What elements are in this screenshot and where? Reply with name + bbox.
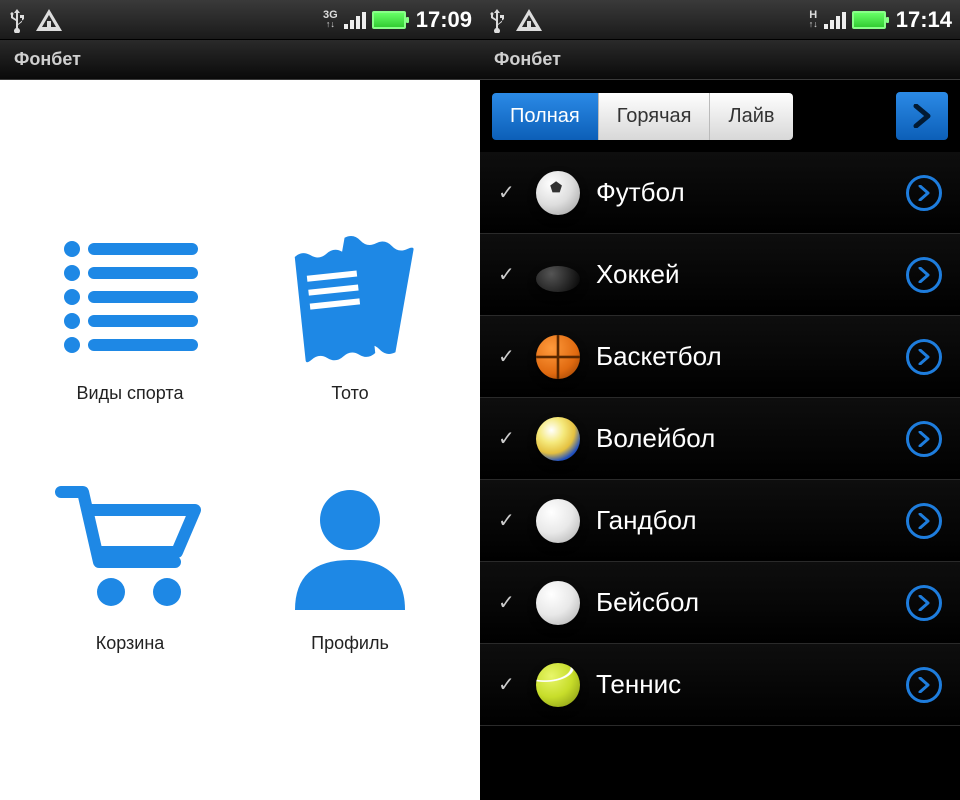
home-item-profile[interactable]: Профиль [240,470,460,660]
tickets-icon [280,227,420,367]
tab-full[interactable]: Полная [492,93,599,140]
check-icon: ✓ [498,180,520,205]
sport-label: Бейсбол [596,587,890,618]
disclosure-button[interactable] [906,257,942,293]
hockey-icon [536,266,580,292]
chevron-right-icon [918,595,930,611]
home-grid: Виды спорта [0,80,480,800]
disclosure-button[interactable] [906,585,942,621]
sport-label: Хоккей [596,259,890,290]
usb-icon [8,7,26,33]
chevron-right-icon [918,513,930,529]
sport-row-volleyball[interactable]: ✓ Волейбол [480,398,960,480]
chevron-right-icon [918,267,930,283]
sport-row-basketball[interactable]: ✓ Баскетбол [480,316,960,398]
check-icon: ✓ [498,590,520,615]
usb-icon [488,7,506,33]
disclosure-button[interactable] [906,503,942,539]
sport-row-hockey[interactable]: ✓ Хоккей [480,234,960,316]
screen-home: 3G ↑↓ 17:09 Фонбет [0,0,480,800]
data-arrows-icon: ↑↓ [809,21,818,28]
chevron-right-icon [918,349,930,365]
chevron-right-icon [913,104,931,128]
home-item-sports-types[interactable]: Виды спорта [20,220,240,410]
disclosure-button[interactable] [906,339,942,375]
app-titlebar: Фонбет [480,40,960,80]
sport-label: Теннис [596,669,890,700]
sport-label: Футбол [596,177,890,208]
football-icon [536,171,580,215]
check-icon: ✓ [498,508,520,533]
tab-hot[interactable]: Горячая [599,93,711,140]
chevron-right-icon [918,185,930,201]
screen-sports-list: H ↑↓ 17:14 Фонбет Полная Горячая Лайв ✓ … [480,0,960,800]
notification-triangle-icon [514,7,544,33]
sport-list: ✓ Футбол ✓ Хоккей ✓ Баскетбол ✓ [480,152,960,800]
check-icon: ✓ [498,426,520,451]
home-item-label: Профиль [311,633,389,654]
sport-row-tennis[interactable]: ✓ Теннис [480,644,960,726]
app-titlebar: Фонбет [0,40,480,80]
disclosure-button[interactable] [906,175,942,211]
app-title: Фонбет [494,49,561,70]
sport-label: Баскетбол [596,341,890,372]
statusbar: 3G ↑↓ 17:09 [0,0,480,40]
notification-triangle-icon [34,7,64,33]
go-button[interactable] [896,92,948,140]
tabs: Полная Горячая Лайв [492,93,793,140]
clock-label: 17:14 [896,7,952,33]
disclosure-button[interactable] [906,667,942,703]
home-item-label: Тото [331,383,368,404]
basketball-icon [536,335,580,379]
home-item-label: Корзина [96,633,165,654]
check-icon: ✓ [498,672,520,697]
tab-row: Полная Горячая Лайв [480,80,960,152]
sport-row-baseball[interactable]: ✓ Бейсбол [480,562,960,644]
battery-icon [372,11,406,29]
home-item-cart[interactable]: Корзина [20,470,240,660]
sport-row-football[interactable]: ✓ Футбол [480,152,960,234]
battery-icon [852,11,886,29]
check-icon: ✓ [498,262,520,287]
statusbar: H ↑↓ 17:14 [480,0,960,40]
app-title: Фонбет [14,49,81,70]
sport-label: Гандбол [596,505,890,536]
volleyball-icon [536,417,580,461]
sport-label: Волейбол [596,423,890,454]
list-icon [60,227,200,367]
clock-label: 17:09 [416,7,472,33]
data-arrows-icon: ↑↓ [326,21,335,28]
sport-row-handball[interactable]: ✓ Гандбол [480,480,960,562]
disclosure-button[interactable] [906,421,942,457]
chevron-right-icon [918,677,930,693]
tennis-icon [536,663,580,707]
cart-icon [55,477,205,617]
home-item-toto[interactable]: Тото [240,220,460,410]
signal-icon [344,11,366,29]
handball-icon [536,499,580,543]
check-icon: ✓ [498,344,520,369]
network-indicator: 3G ↑↓ [323,10,338,28]
chevron-right-icon [918,431,930,447]
network-indicator: H ↑↓ [809,10,818,28]
signal-icon [824,11,846,29]
baseball-icon [536,581,580,625]
home-item-label: Виды спорта [77,383,184,404]
tab-live[interactable]: Лайв [710,93,792,140]
profile-icon [285,477,415,617]
